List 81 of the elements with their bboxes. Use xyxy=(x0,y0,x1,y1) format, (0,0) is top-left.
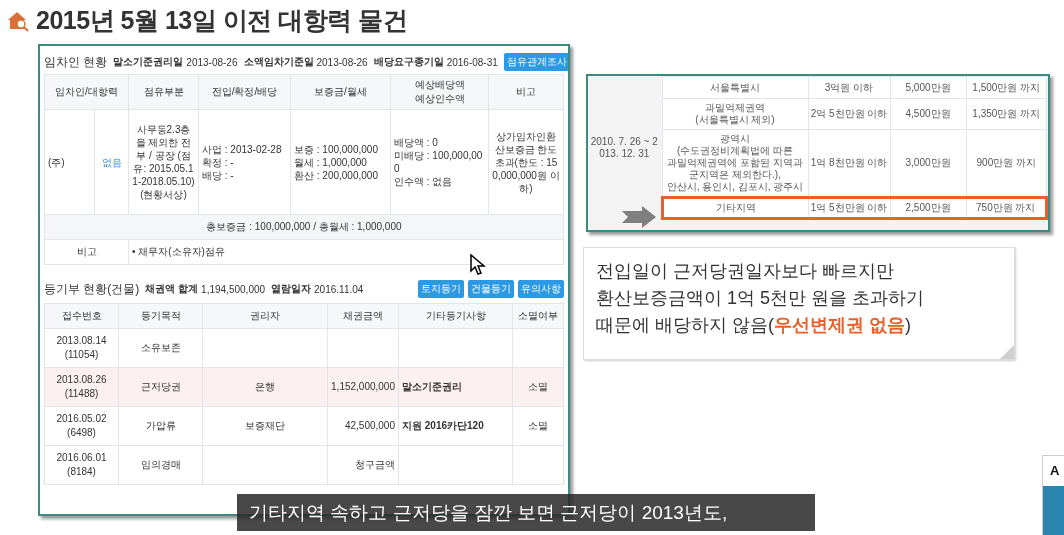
registry-button[interactable]: 건물등기 xyxy=(468,280,514,298)
column-header: 권리자 xyxy=(202,303,328,329)
table-cell: 3,000만원 xyxy=(890,129,966,198)
column-header: 임차인/대항력 xyxy=(44,74,129,110)
section-title: 임차인 현황 xyxy=(44,53,108,71)
table-cell: 근저당권 xyxy=(118,367,203,407)
total-cell: 총보증금 : 100,000,000 / 총월세 : 1,000,000 xyxy=(44,214,564,240)
arrow-icon xyxy=(622,206,656,228)
column-header: 등기목적 xyxy=(118,303,203,329)
table-cell xyxy=(327,328,399,368)
column-header: 기타등기사항 xyxy=(398,303,513,329)
table-cell: 1억 5천만원 이하 xyxy=(808,197,890,219)
column-header: 채권금액 xyxy=(327,303,399,329)
table-cell: 2,500만원 xyxy=(890,197,966,219)
table-cell: 사업 : 2013-02-28 확정 : - 배당 : - xyxy=(198,109,291,215)
table-cell: 임의경매 xyxy=(118,445,203,485)
table-cell: 소멸 xyxy=(512,367,564,407)
table-cell xyxy=(512,445,564,485)
table-cell: 2억 5천만원 이하 xyxy=(808,98,890,130)
table-cell: 2013.08.26 (11488) xyxy=(44,367,119,407)
subtitle-caption: 기타지역 속하고 근저당을 잠깐 보면 근저당이 2013년도, xyxy=(237,494,815,531)
column-header: 전입/확정/배당 xyxy=(198,74,291,110)
meta-label: 말소기준권리일 xyxy=(113,55,184,69)
table-cell: 상가임차인환산보증금 한도초과(한도 : 150,000,000원 이하) xyxy=(488,109,564,215)
table-cell xyxy=(512,328,564,368)
table-cell: 비고 xyxy=(44,239,129,265)
meta-value: 2013-08-26 xyxy=(186,56,238,68)
status-link[interactable]: 없음 xyxy=(101,156,122,168)
table-cell: 2016.05.02 (6498) xyxy=(44,406,119,446)
meta-value: 1,194,500,000 xyxy=(201,283,266,295)
meta-value: 2013-08-26 xyxy=(316,56,368,68)
logo-drawing: A xyxy=(1042,455,1064,535)
table-cell: 42,500,000 xyxy=(327,406,399,446)
table-cell: 2010. 7. 26 ~ 2013. 12. 31 xyxy=(588,76,662,219)
column-header: 소멸여부 xyxy=(512,303,564,329)
table-cell: 3억원 이하 xyxy=(808,76,890,99)
column-header: 예상배당액 예상인수액 xyxy=(390,74,489,110)
table-cell: 900만원 까지 xyxy=(966,129,1047,198)
column-header: 접수번호 xyxy=(44,303,119,329)
table-cell: (주) xyxy=(44,109,95,215)
column-header: 비고 xyxy=(488,74,564,110)
meta-label: 소액임차기준일 xyxy=(243,55,314,69)
column-header: 보증금/월세 xyxy=(290,74,391,110)
table-cell: 청구금액 xyxy=(327,445,399,485)
survey-button[interactable]: 점유관계조사 xyxy=(503,53,568,71)
meta-value: 2016-08-31 xyxy=(446,56,498,68)
table-cell: 1,500만원 까지 xyxy=(966,76,1047,99)
table-cell: 기타지역 xyxy=(662,197,808,219)
table-cell: 750만원 까지 xyxy=(966,197,1047,219)
section-title: 등기부 현황(건물) xyxy=(44,280,140,298)
registry-button[interactable]: 토지등기 xyxy=(418,280,464,298)
table-cell: 보증재단 xyxy=(202,406,328,446)
meta-label: 배당요구종기일 xyxy=(373,55,444,69)
table-cell: 사무동2.3층을 제외한 전부 / 공장 (점유: 2015.05.11-2018.05.10) (현황서상) xyxy=(128,109,199,215)
table-cell: 은행 xyxy=(202,367,328,407)
table-cell: 4,500만원 xyxy=(890,98,966,130)
column-header: 점유부분 xyxy=(128,74,199,110)
cursor-icon xyxy=(470,254,486,276)
table-cell: 5,000만원 xyxy=(890,76,966,99)
table-cell: 보증 : 100,000,000 월세 : 1,000,000 환산 : 200,000,000 xyxy=(290,109,391,215)
table-cell: 지원 2016카단120 xyxy=(398,406,513,446)
folded-corner-icon xyxy=(1000,345,1014,359)
meta-label: 열람일자 xyxy=(271,282,312,296)
meta-value: 2016.11.04 xyxy=(314,283,364,295)
table-cell: 1,152,000,000 xyxy=(327,367,399,407)
table-cell: 1,350만원 까지 xyxy=(966,98,1047,130)
table-cell: 배당액 : 0 미배당 : 100,000,000 인수액 : 없음 xyxy=(390,109,489,215)
table-cell: 과밀억제권역 (서울특별시 제외) xyxy=(662,98,808,130)
registry-button[interactable]: 유의사항 xyxy=(518,280,564,298)
table-cell: 광역시 (수도권정비계획법에 따른 과밀억제권역에 포함된 지역과 군지역은 제외한다.), 안산시, 용인시, 김포시, 광주시 xyxy=(662,129,808,198)
slide-title: 2015년 5월 13일 이전 대항력 물건 xyxy=(36,5,408,36)
table-cell: 서울특별시 xyxy=(662,76,808,99)
table-cell: 2016.06.01 (8184) xyxy=(44,445,119,485)
table-cell: 말소기준권리 xyxy=(398,367,513,407)
table-cell: 2013.08.14 (11054) xyxy=(44,328,119,368)
table-cell: 소멸 xyxy=(512,406,564,446)
table-cell: 가압류 xyxy=(118,406,203,446)
callout-text: 전입일이 근저당권일자보다 빠르지만 환산보증금액이 1억 5천만 원을 초과하기 때문에 배당하지 않음(우선변제권 없음) xyxy=(596,260,926,337)
table-cell: 1억 8천만원 이하 xyxy=(808,129,890,198)
meta-label: 채권액 합계 xyxy=(145,282,199,296)
table-cell: 소유보존 xyxy=(118,328,203,368)
